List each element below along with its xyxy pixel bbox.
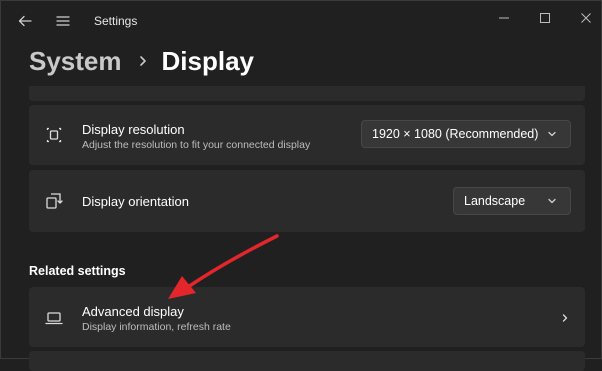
scrolled-card-stub <box>29 86 585 101</box>
display-orientation-card: Display orientation Landscape <box>29 170 585 232</box>
chevron-down-icon <box>546 128 558 140</box>
display-resolution-card: Display resolution Adjust the resolution… <box>29 105 585 165</box>
advanced-display-title: Advanced display <box>82 304 184 319</box>
settings-window: Settings System Display Display resoluti… <box>0 0 602 371</box>
resolution-icon <box>43 124 65 146</box>
display-resolution-subtitle: Adjust the resolution to fit your connec… <box>82 139 311 151</box>
chevron-down-icon <box>546 195 558 207</box>
laptop-icon <box>43 307 65 329</box>
orientation-icon <box>43 190 65 212</box>
next-card-stub <box>29 351 585 371</box>
close-icon[interactable] <box>575 7 597 29</box>
chevron-right-icon <box>136 54 150 68</box>
page-title: Display <box>161 45 255 76</box>
title-bar: Settings <box>1 1 601 41</box>
resolution-value: 1920 × 1080 (Recommended) <box>372 127 539 141</box>
resolution-dropdown[interactable]: 1920 × 1080 (Recommended) <box>361 120 571 148</box>
app-title: Settings <box>94 14 138 28</box>
orientation-dropdown[interactable]: Landscape <box>453 187 571 215</box>
minimize-icon[interactable] <box>493 7 515 29</box>
maximize-icon[interactable] <box>534 7 556 29</box>
orientation-value: Landscape <box>464 194 526 208</box>
chevron-right-icon <box>559 311 571 323</box>
advanced-display-subtitle: Display information, refresh rate <box>82 321 231 333</box>
display-resolution-title: Display resolution <box>82 122 185 137</box>
advanced-display-card[interactable]: Advanced display Display information, re… <box>29 287 585 347</box>
breadcrumb-system[interactable]: System <box>29 46 122 77</box>
display-orientation-title: Display orientation <box>82 194 189 209</box>
related-settings-heading: Related settings <box>29 264 126 278</box>
hamburger-menu-icon[interactable] <box>52 10 74 32</box>
back-arrow-icon[interactable] <box>14 10 36 32</box>
breadcrumb: System Display <box>29 41 254 81</box>
